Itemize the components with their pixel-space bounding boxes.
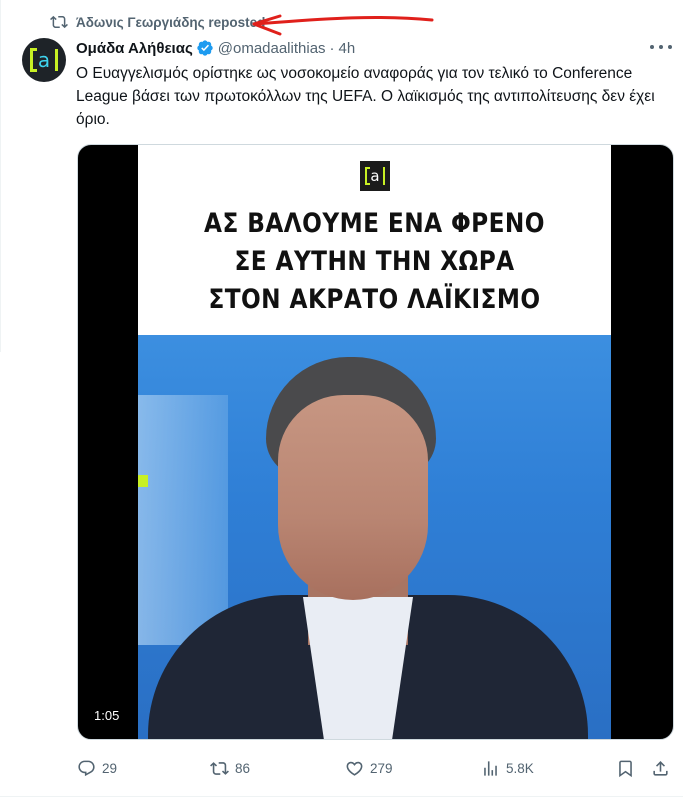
- views-icon: [484, 760, 497, 776]
- author-name[interactable]: Ομάδα Αλήθειας: [76, 40, 193, 57]
- repost-label[interactable]: Άδωνις Γεωργιάδης reposted: [76, 15, 265, 30]
- heart-icon: [346, 761, 363, 776]
- reply-button[interactable]: 29: [77, 754, 117, 782]
- video-frame: a ΑΣ ΒΑΛΟΥΜΕ ΕΝΑ ΦΡΕΝΟ ΣΕ ΑΥΤΗΝ ΤΗΝ ΧΩΡΑ…: [138, 145, 611, 739]
- video-player[interactable]: a ΑΣ ΒΑΛΟΥΜΕ ΕΝΑ ΦΡΕΝΟ ΣΕ ΑΥΤΗΝ ΤΗΝ ΧΩΡΑ…: [77, 144, 674, 740]
- tweet-header: Ομάδα Αλήθειας @omadaalithias · 4h: [76, 38, 355, 58]
- annotation-arrow: [252, 14, 434, 36]
- tweet-text: Ο Ευαγγελισμός ορίστηκε ως νοσοκομείο αν…: [76, 65, 655, 128]
- video-headline-line-1: ΑΣ ΒΑΛΟΥΜΕ ΕΝΑ ΦΡΕΝΟ: [204, 208, 545, 239]
- video-logo-mark: a: [365, 167, 385, 185]
- header-separator: ·: [329, 39, 335, 57]
- tweet-divider: [0, 796, 683, 797]
- reply-count: 29: [102, 760, 118, 776]
- action-bar: 29 86 279 5.8K: [0, 754, 683, 782]
- share-icon: [653, 760, 668, 776]
- video-thumbnail-image: [138, 335, 611, 739]
- video-logo: a: [360, 161, 390, 191]
- author-handle[interactable]: @omadaalithias: [218, 40, 326, 57]
- like-button[interactable]: 279: [345, 754, 393, 782]
- more-options-icon[interactable]: [650, 40, 672, 54]
- timeline-border: [0, 0, 1, 352]
- video-duration: 1:05: [90, 706, 124, 725]
- views-button[interactable]: 5.8K: [481, 754, 534, 782]
- bookmark-icon: [619, 760, 632, 777]
- video-headline: ΑΣ ΒΑΛΟΥΜΕ ΕΝΑ ΦΡΕΝΟ ΣΕ ΑΥΤΗΝ ΤΗΝ ΧΩΡΑ Σ…: [171, 205, 578, 319]
- tweet-timestamp[interactable]: 4h: [339, 40, 356, 57]
- video-headline-line-3: ΣΤΟΝ ΑΚΡΑΤΟ ΛΑΪΚΙΣΜΟ: [208, 284, 541, 315]
- avatar[interactable]: a: [22, 38, 66, 82]
- bookmark-button[interactable]: [616, 754, 635, 782]
- repost-count: 86: [235, 760, 251, 776]
- verified-badge-icon: [197, 40, 213, 56]
- repost-button[interactable]: 86: [210, 754, 250, 782]
- avatar-logo: a: [30, 48, 58, 72]
- view-count: 5.8K: [506, 760, 534, 776]
- repost-action-icon: [210, 761, 229, 775]
- share-button[interactable]: [651, 754, 670, 782]
- like-count: 279: [370, 760, 393, 776]
- accent-square: [138, 475, 148, 487]
- repost-attribution[interactable]: Άδωνις Γεωργιάδης reposted: [50, 12, 265, 32]
- video-headline-line-2: ΣΕ ΑΥΤΗΝ ΤΗΝ ΧΩΡΑ: [234, 246, 515, 277]
- repost-icon: [50, 13, 68, 31]
- reply-icon: [78, 760, 95, 776]
